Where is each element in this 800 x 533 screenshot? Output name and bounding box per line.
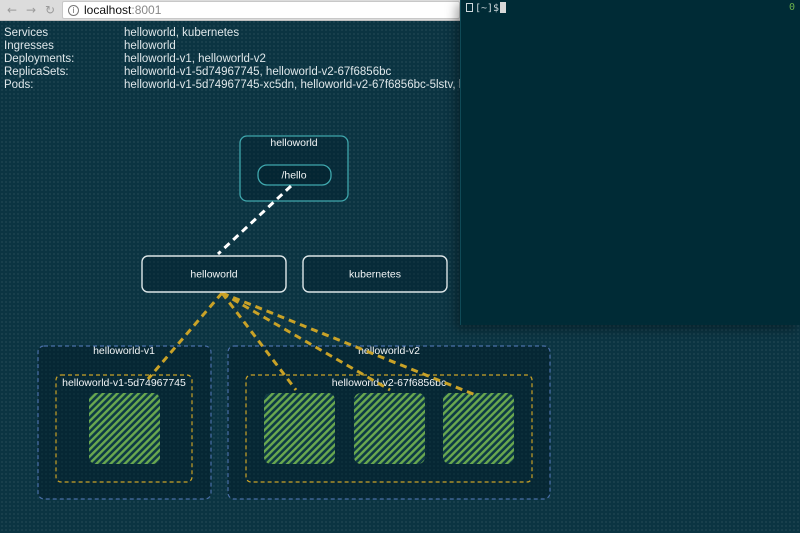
pod-v1-1[interactable] bbox=[89, 393, 160, 464]
deployment-label-v1: helloworld-v1 bbox=[93, 345, 155, 357]
service-label-helloworld: helloworld bbox=[190, 269, 237, 281]
pod-v2-2[interactable] bbox=[354, 393, 425, 464]
replicaset-label-v1: helloworld-v1-5d74967745 bbox=[62, 377, 186, 389]
terminal-prompt-line: [~]$ bbox=[466, 2, 507, 14]
pod-v2-3[interactable] bbox=[443, 393, 514, 464]
ingress-label: helloworld bbox=[270, 137, 317, 149]
replicaset-label-v2: helloworld-v2-67f6856bc bbox=[332, 377, 446, 389]
pod-v2-1[interactable] bbox=[264, 393, 335, 464]
terminal-counter: 0 bbox=[788, 2, 795, 13]
terminal-window-icon bbox=[466, 3, 473, 12]
ingress-path-label: /hello bbox=[281, 170, 306, 182]
service-label-kubernetes: kubernetes bbox=[349, 269, 401, 281]
terminal-cursor bbox=[500, 2, 507, 13]
terminal-window[interactable]: [~]$ 0 bbox=[460, 0, 800, 325]
terminal-prompt: [~]$ bbox=[475, 3, 500, 14]
